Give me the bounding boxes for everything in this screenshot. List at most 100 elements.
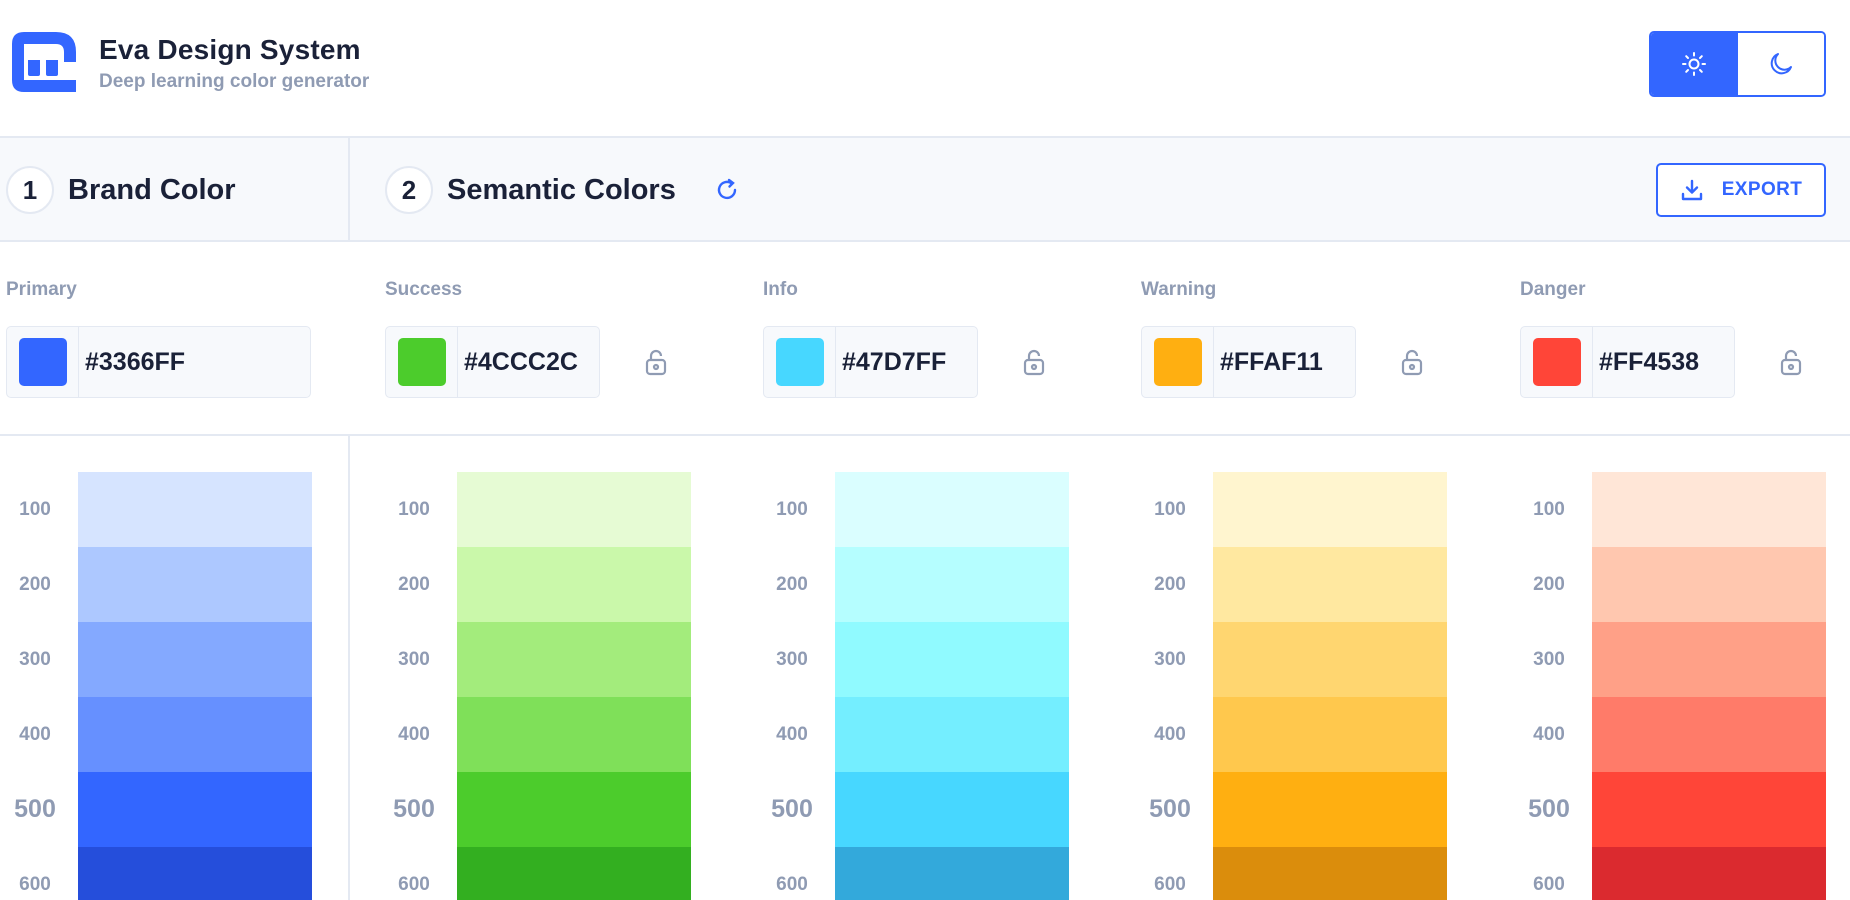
color-swatch [775, 338, 824, 386]
color-input-primary[interactable]: #3366FF [6, 326, 311, 398]
shade-swatch[interactable] [1213, 772, 1447, 847]
hex-value[interactable]: #FFAF11 [1220, 348, 1323, 377]
section-header: 1 Brand Color 2 Semantic Colors EXPORT [0, 138, 1850, 242]
shade-label: 100 [398, 499, 430, 520]
shade-row[interactable]: 600 [6, 847, 316, 900]
shade-swatch[interactable] [78, 847, 312, 900]
shade-row[interactable]: 400 [385, 697, 695, 772]
shade-label: 300 [1154, 649, 1186, 670]
shade-swatch[interactable] [835, 472, 1069, 547]
lock-icon[interactable] [643, 348, 669, 376]
shade-row[interactable]: 200 [1520, 547, 1830, 622]
shade-row[interactable]: 100 [1520, 472, 1830, 547]
swatch-button[interactable] [1142, 327, 1214, 397]
shade-swatch[interactable] [835, 622, 1069, 697]
shade-label: 500 [771, 795, 813, 823]
shade-row[interactable]: 400 [763, 697, 1073, 772]
shade-swatch[interactable] [835, 547, 1069, 622]
shade-swatch[interactable] [835, 847, 1069, 900]
export-button[interactable]: EXPORT [1656, 163, 1826, 217]
shade-swatch[interactable] [835, 772, 1069, 847]
lock-icon[interactable] [1021, 348, 1047, 376]
shade-swatch[interactable] [1213, 622, 1447, 697]
shade-swatch[interactable] [1213, 472, 1447, 547]
shade-row[interactable]: 500 [1141, 772, 1451, 847]
shade-row[interactable]: 600 [1141, 847, 1451, 900]
swatch-button[interactable] [764, 327, 836, 397]
color-input-danger[interactable]: #FF4538 [1520, 326, 1735, 398]
shade-row[interactable]: 500 [385, 772, 695, 847]
light-theme-button[interactable] [1651, 33, 1738, 95]
shade-swatch[interactable] [457, 697, 691, 772]
shade-swatch[interactable] [457, 547, 691, 622]
shade-label: 600 [1154, 874, 1186, 895]
shade-row[interactable]: 200 [385, 547, 695, 622]
swatch-button[interactable] [7, 327, 79, 397]
shade-swatch[interactable] [457, 772, 691, 847]
shade-row[interactable]: 300 [1141, 622, 1451, 697]
shade-swatch[interactable] [78, 622, 312, 697]
shade-swatch[interactable] [1592, 772, 1826, 847]
shade-swatch[interactable] [1213, 547, 1447, 622]
shade-row[interactable]: 600 [385, 847, 695, 900]
hex-value[interactable]: #4CCC2C [464, 348, 578, 377]
shade-row[interactable]: 100 [1141, 472, 1451, 547]
shade-swatch[interactable] [1592, 622, 1826, 697]
shade-label: 300 [398, 649, 430, 670]
hex-value[interactable]: #FF4538 [1599, 348, 1699, 377]
shade-row[interactable]: 300 [385, 622, 695, 697]
shade-swatch[interactable] [457, 622, 691, 697]
shade-swatch[interactable] [78, 547, 312, 622]
hex-value[interactable]: #3366FF [85, 348, 185, 377]
shade-row[interactable]: 100 [6, 472, 316, 547]
color-swatch [397, 338, 446, 386]
color-input-info[interactable]: #47D7FF [763, 326, 978, 398]
shade-row[interactable]: 400 [1141, 697, 1451, 772]
shade-row[interactable]: 500 [763, 772, 1073, 847]
refresh-button[interactable] [712, 175, 742, 205]
shade-row[interactable]: 300 [763, 622, 1073, 697]
step-number: 2 [385, 166, 433, 214]
moon-icon [1770, 53, 1792, 75]
shade-swatch[interactable] [1213, 697, 1447, 772]
shade-row[interactable]: 600 [1520, 847, 1830, 900]
shade-swatch[interactable] [1592, 847, 1826, 900]
color-inputs-row: Primary #3366FF Success #4CCC2C Info #47… [0, 242, 1850, 436]
color-input-warning[interactable]: #FFAF11 [1141, 326, 1356, 398]
shade-row[interactable]: 300 [1520, 622, 1830, 697]
swatch-button[interactable] [1521, 327, 1593, 397]
shade-swatch[interactable] [1592, 547, 1826, 622]
shade-swatch[interactable] [1592, 472, 1826, 547]
shade-swatch[interactable] [1592, 697, 1826, 772]
lock-icon[interactable] [1778, 348, 1804, 376]
refresh-icon [717, 178, 737, 200]
shade-swatch[interactable] [78, 697, 312, 772]
shade-swatch[interactable] [78, 472, 312, 547]
shade-row[interactable]: 300 [6, 622, 316, 697]
shade-row[interactable]: 600 [763, 847, 1073, 900]
group-label: Success [385, 279, 463, 300]
hex-value[interactable]: #47D7FF [842, 348, 946, 377]
app-header: Eva Design System Deep learning color ge… [0, 0, 1850, 138]
theme-toggle[interactable] [1649, 31, 1826, 97]
shade-swatch[interactable] [457, 847, 691, 900]
shade-row[interactable]: 400 [6, 697, 316, 772]
color-input-success[interactable]: #4CCC2C [385, 326, 600, 398]
shade-swatch[interactable] [78, 772, 312, 847]
shade-row[interactable]: 400 [1520, 697, 1830, 772]
step-title: Brand Color [68, 173, 236, 206]
shade-swatch[interactable] [835, 697, 1069, 772]
group-label: Info [763, 279, 798, 300]
shade-row[interactable]: 100 [385, 472, 695, 547]
swatch-button[interactable] [386, 327, 458, 397]
shade-row[interactable]: 100 [763, 472, 1073, 547]
shade-swatch[interactable] [457, 472, 691, 547]
lock-icon[interactable] [1399, 348, 1425, 376]
shade-row[interactable]: 200 [6, 547, 316, 622]
shade-swatch[interactable] [1213, 847, 1447, 900]
shade-row[interactable]: 500 [6, 772, 316, 847]
shade-row[interactable]: 500 [1520, 772, 1830, 847]
shade-row[interactable]: 200 [763, 547, 1073, 622]
dark-theme-button[interactable] [1737, 33, 1824, 95]
shade-row[interactable]: 200 [1141, 547, 1451, 622]
